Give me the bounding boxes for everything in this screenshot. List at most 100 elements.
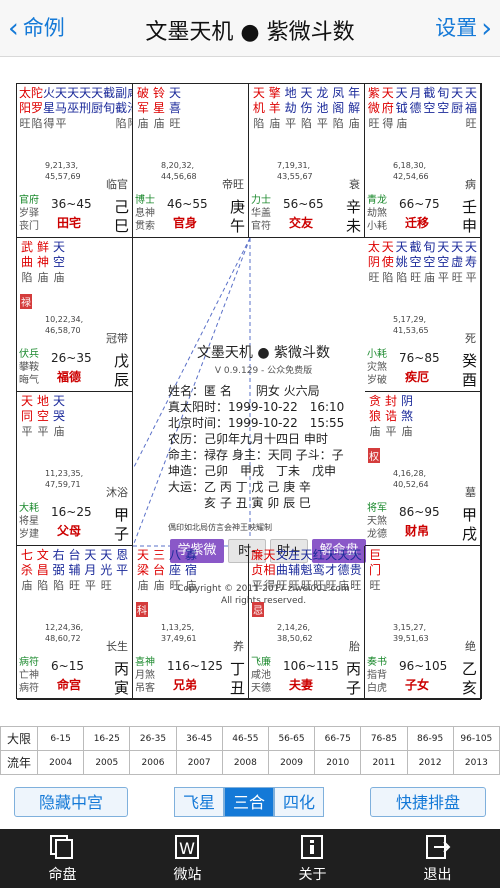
star: 天贵旺 [350, 548, 362, 593]
star-char: 文 [36, 548, 49, 562]
minor-star: 灾煞 [367, 362, 387, 373]
star: 天钺庙 [395, 86, 409, 131]
decade-range: 66~75 [399, 197, 440, 211]
palace-name: 官身 [173, 216, 198, 230]
life-stage: 养 [233, 640, 244, 653]
star-brightness: 平 [316, 117, 328, 130]
year-cell[interactable]: 2004 [36, 750, 85, 775]
star: 太阴旺 [367, 240, 381, 285]
quick-chart-button[interactable]: 快捷排盘 [370, 787, 486, 817]
palace-name: 兄弟 [173, 678, 198, 692]
star-char: 阳 [19, 101, 32, 115]
star-brightness: 得 [263, 579, 275, 592]
decade-cell[interactable]: 56-65 [267, 726, 316, 751]
decade-cell[interactable]: 76-85 [360, 726, 408, 751]
palace-cell[interactable]: 天梁庙三台庙八座旺寡宿庙科 1,13,25, 37,49,61 养喜神 月煞 吊客 116~… [133, 546, 249, 700]
palace-cell[interactable]: 巨门旺 3,15,27, 39,51,63 绝奏书 指背 白虎 96~105 子女 乙亥 [365, 546, 481, 700]
star-char: 辅 [288, 563, 301, 577]
palace-cell[interactable]: 紫微旺天府得天钺庙月德截空旬空天厨天福旺 6,18,30, 42,54,66 病青龙劫… [365, 84, 481, 238]
year-cell[interactable]: 2005 [83, 750, 131, 775]
star-char: 天 [381, 86, 394, 100]
age-line: 7,19,31, [277, 161, 311, 170]
star-char: 阁 [332, 101, 345, 115]
star-char: 天 [79, 86, 92, 100]
stem-branch: 辛未 [346, 198, 362, 235]
palace-cell[interactable]: 贪狼庙封诰平阴煞庙权 4,16,28, 40,52,64 墓将军 天煞 龙德 86~95 财帛… [365, 392, 481, 546]
tab-sanhe[interactable]: 三合 [224, 787, 274, 817]
star-char: 贵 [349, 563, 362, 577]
palace-cell[interactable]: 太阳旺陀罗陷火星得天马平天巫天刑天厨截旬副截陷咸池陷9,21,33,45,57,… [17, 84, 133, 238]
star-char: 天 [465, 240, 478, 254]
star: 天空庙 [51, 240, 67, 285]
palace-cell[interactable]: 武曲陷鲜神庙天空庙禄 10,22,34, 46,58,70 冠带 伏兵 攀鞍 晦气 26~35… [17, 238, 133, 392]
decade-cell[interactable]: 26-35 [129, 726, 177, 751]
star-char: 巨 [368, 548, 381, 562]
tab-mingpan[interactable]: 命盘 [0, 829, 125, 888]
tab-feixing[interactable]: 飞星 [174, 787, 224, 817]
star-char: 阴 [367, 255, 380, 269]
decade-cell[interactable]: 36-45 [175, 726, 223, 751]
star-char: 天 [437, 240, 450, 254]
year-cell[interactable]: 2010 [314, 750, 362, 775]
hide-center-button[interactable]: 隐藏中宫 [14, 787, 128, 817]
palace-cell[interactable]: 天机陷擎羊庙地劫平天伤陷龙池平凤阁陷年解庙 7,19,31, 43,55,67 衰力士… [249, 84, 365, 238]
star-char: 空 [423, 101, 436, 115]
minor-stars: 伏兵 攀鞍 晦气 [19, 348, 39, 387]
stem-branch: 己巳 [114, 198, 130, 235]
star-char: 破 [136, 86, 149, 100]
year-cell[interactable]: 2012 [406, 750, 454, 775]
star-brightness: 平 [55, 117, 67, 130]
tab-about[interactable]: 关于 [250, 829, 375, 888]
center-title: 文墨天机 ● 紫微斗数 [196, 345, 331, 361]
star-brightness: 庙 [21, 579, 33, 592]
palace-cell[interactable]: 七杀庙文昌陷右弼陷台辅旺天月平天光旺恩平 12,24,36, 48,60,72 长生病… [17, 546, 133, 700]
star: 台辅旺 [67, 548, 83, 593]
star-char: 天 [52, 394, 65, 408]
year-cell[interactable]: 2011 [360, 750, 408, 775]
decade-cell[interactable]: 66-75 [314, 726, 362, 751]
star-char: 天 [55, 86, 68, 100]
life-stage: 沐浴 [106, 486, 128, 499]
decade-cell[interactable]: 96-105 [452, 726, 500, 751]
tab-exit[interactable]: 退出 [375, 829, 500, 888]
decade-cell[interactable]: 6-15 [36, 726, 85, 751]
star: 旬空庙 [423, 240, 437, 285]
year-cell[interactable]: 2009 [267, 750, 316, 775]
year-cell[interactable]: 2006 [129, 750, 177, 775]
palace-cell[interactable]: 太阴旺天使陷天姚陷截空旺旬空庙天空平天虚旺天寿平 5,17,29, 41,53,65… [365, 238, 481, 392]
star-brightness: 得 [43, 117, 55, 130]
decade-cell[interactable]: 86-95 [406, 726, 454, 751]
star-list: 贪狼庙封诰平阴煞庙 [367, 394, 478, 439]
year-cell[interactable]: 2008 [221, 750, 269, 775]
year-cell[interactable]: 2013 [452, 750, 500, 775]
tab-sihua[interactable]: 四化 [274, 787, 324, 817]
palace-cell[interactable]: 破军庙铃星庙天喜旺 8,20,32, 44,56,68 帝旺 博士 息神 贯索 46~55 官身… [133, 84, 249, 238]
star-char: 府 [381, 101, 394, 115]
minor-stars: 小耗 灾煞 岁破 [367, 348, 387, 387]
year-cell[interactable]: 2007 [175, 750, 223, 775]
decade-cell[interactable]: 16-25 [83, 726, 131, 751]
settings-button[interactable]: 设置 › [435, 12, 492, 44]
tab-weizhan[interactable]: W 微站 [125, 829, 250, 888]
star: 凤阁陷 [330, 86, 346, 131]
star-brightness: 陷 [115, 117, 127, 130]
star: 天光旺 [98, 548, 114, 593]
star: 三台庙 [151, 548, 167, 593]
age-line: 44,56,68 [161, 172, 197, 181]
palace-cell[interactable]: 廉贞平天相得文曲旺左辅旺天魁旺红鸾旺天才旺天德庙天贵旺忌 2,14,26, 38,5… [249, 546, 365, 700]
info-row: 命主：禄存 身主：天同 子斗：子 [168, 448, 344, 462]
star-brightness: 旺 [169, 579, 181, 592]
settings-label: 设置 [435, 16, 478, 40]
minor-star: 亡神 [19, 670, 39, 681]
star: 天府得 [381, 86, 395, 131]
star: 天喜旺 [167, 86, 183, 131]
star-char: 天 [52, 240, 65, 254]
decade-cell[interactable]: 46-55 [221, 726, 269, 751]
star-char: 空 [437, 101, 450, 115]
star-brightness: 陷 [21, 271, 33, 284]
star-brightness: 旺 [369, 579, 381, 592]
age-list: 7,19,31, 43,55,67 [277, 160, 313, 182]
palace-cell[interactable]: 天同平地空平天哭庙 11,23,35, 47,59,71 沐浴 大耗 将星 岁建 16~25 父… [17, 392, 133, 546]
star-char: 恩 [116, 548, 129, 562]
star-brightness: 陷 [253, 117, 265, 130]
